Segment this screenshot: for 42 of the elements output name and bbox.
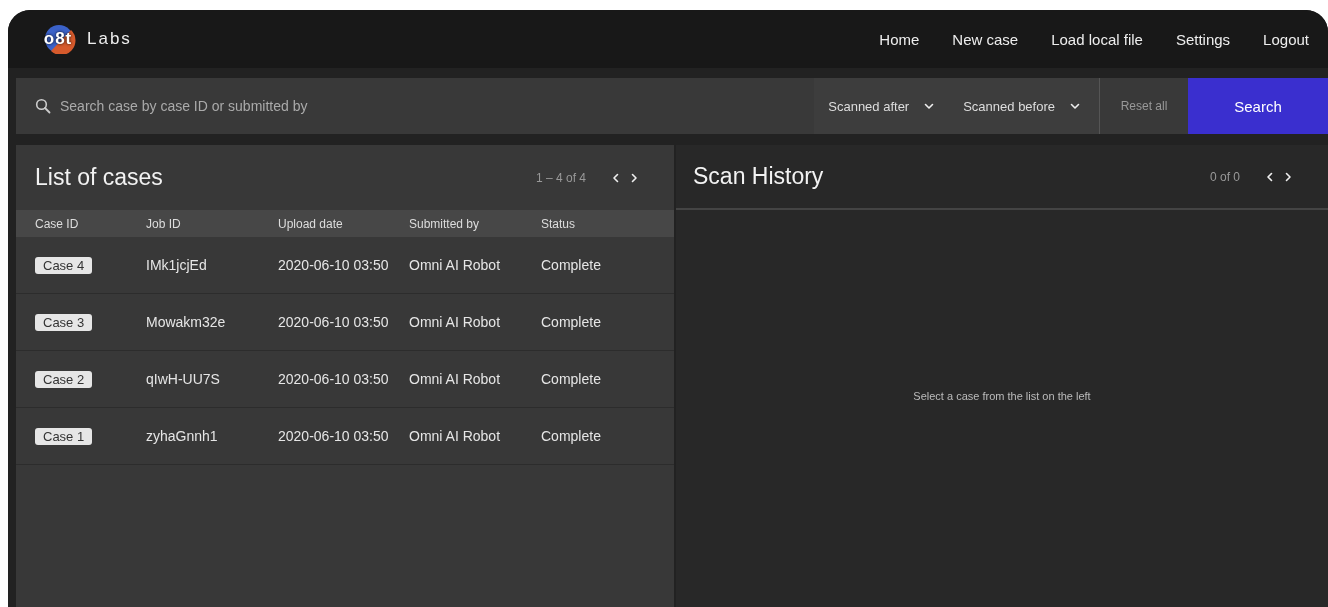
table-cell-text: IMk1jcjEd [146, 257, 208, 273]
case-tag[interactable]: Case 3 [35, 313, 93, 331]
nav-link[interactable]: New case [952, 30, 1019, 48]
panel-title: Scan History [693, 163, 824, 190]
date-filter-dropdown[interactable]: Scanned before [963, 98, 1081, 114]
nav-link[interactable]: Load local file [1051, 30, 1143, 48]
pagination-text: 1 – 4 of 4 [535, 170, 586, 185]
table-cell-text: 2020-06-10 03:50 [278, 257, 390, 273]
table-cell-text: Complete [541, 314, 602, 330]
column-header: Upload date [278, 216, 344, 231]
table-cell-text: Complete [541, 371, 602, 387]
table-cell-text: 2020-06-10 03:50 [278, 371, 390, 387]
table-cell-text: Omni AI Robot [409, 371, 502, 387]
case-tag[interactable]: Case 4 [35, 256, 93, 274]
column-header: Status [541, 216, 577, 231]
empty-message: Select a case from the list on the left [913, 389, 1091, 402]
case-tag[interactable]: Case 2 [35, 370, 93, 388]
nav-link[interactable]: Settings [1175, 30, 1231, 48]
table-cell-text: 2020-06-10 03:50 [278, 314, 390, 330]
pagination-text: 0 of 0 [1209, 169, 1240, 184]
table-cell-text: Omni AI Robot [409, 257, 502, 273]
column-header: Case ID [35, 216, 80, 231]
table-cell-text: zyhaGnnh1 [146, 428, 219, 444]
table-cell-text: Mowakm32e [146, 314, 227, 330]
table-cell-text: qIwH-UU7S [146, 371, 221, 387]
search-icon [35, 98, 51, 114]
table-cell-text: Complete [541, 428, 602, 444]
date-filter-dropdown[interactable]: Scanned after [828, 98, 936, 114]
table-cell-text: Omni AI Robot [409, 428, 502, 444]
search-button[interactable]: Search [1188, 78, 1328, 134]
table-cell-text: Complete [541, 257, 602, 273]
nav-link[interactable]: Logout [1263, 30, 1309, 48]
reset-button[interactable]: Reset all [1100, 78, 1188, 134]
search-field[interactable]: Search case by case ID or submitted by [58, 97, 815, 115]
table-cell-text: Omni AI Robot [409, 314, 502, 330]
column-header: Job ID [146, 216, 182, 231]
nav-link[interactable]: Home [879, 30, 920, 48]
column-header: Submitted by [409, 216, 481, 231]
table-cell-text: 2020-06-10 03:50 [278, 428, 390, 444]
panel-title: List of cases [35, 164, 163, 191]
logo-text: Labs [87, 29, 132, 49]
case-tag[interactable]: Case 1 [35, 427, 93, 445]
